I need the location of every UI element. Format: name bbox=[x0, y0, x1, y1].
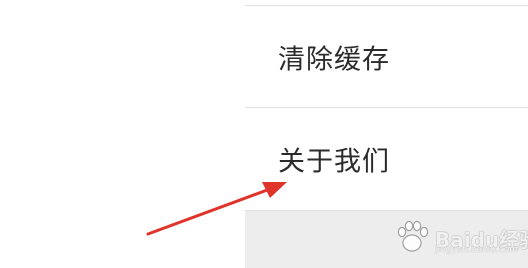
paw-logo-icon bbox=[397, 220, 429, 252]
settings-item-label: 关于我们 bbox=[278, 146, 390, 178]
watermark-url: jingyan.baidu.com bbox=[435, 245, 519, 255]
settings-item-about-us[interactable]: 关于我们 bbox=[245, 108, 528, 210]
settings-item-label: 清除缓存 bbox=[278, 44, 390, 75]
left-blank-pane bbox=[0, 0, 245, 268]
settings-item-clear-cache[interactable]: 清除缓存 bbox=[245, 6, 528, 107]
baidu-jingyan-watermark: Baidu经验 jingyan.baidu.com bbox=[393, 214, 528, 260]
